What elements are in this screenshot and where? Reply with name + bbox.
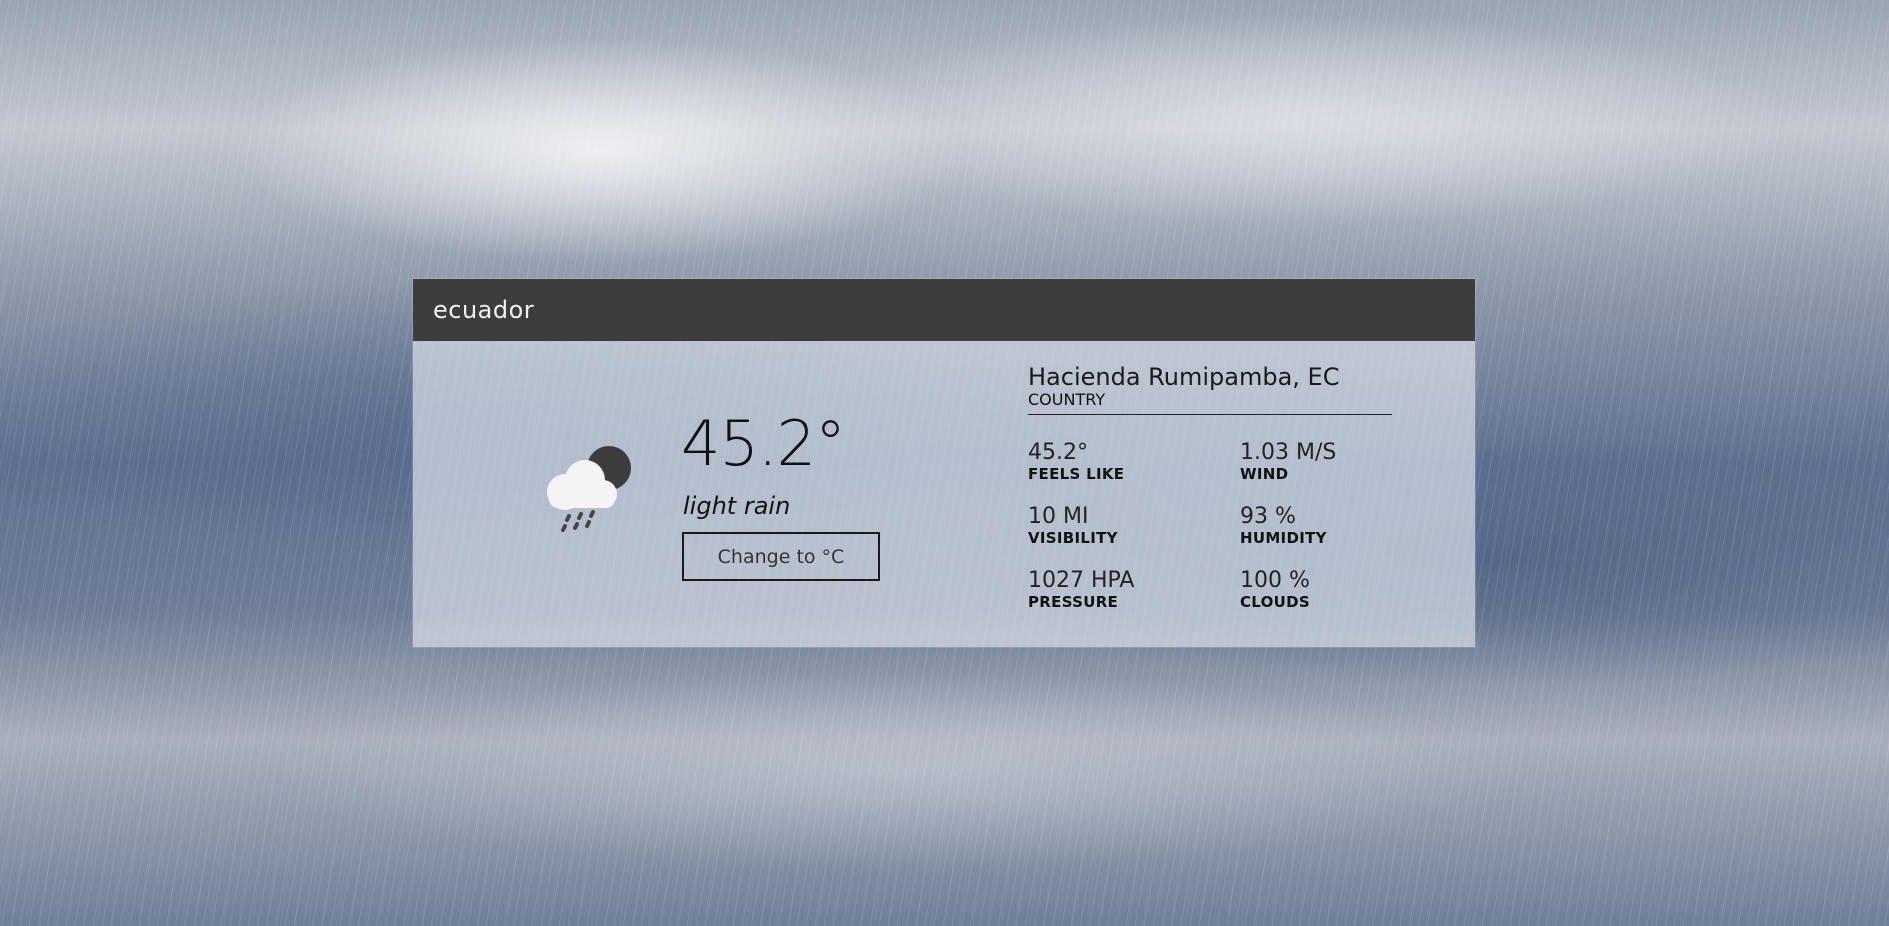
stat-label: CLOUDS xyxy=(1240,593,1311,611)
card-body: 45.2° light rain Change to °C Hacienda R… xyxy=(413,341,1475,647)
stat-value: 93 % xyxy=(1240,504,1296,529)
stat-value: 1.03 M/S xyxy=(1240,440,1337,465)
search-term-title: ecuador xyxy=(433,296,535,324)
location-label: COUNTRY xyxy=(1028,390,1106,409)
stat-value: 10 MI xyxy=(1028,504,1089,529)
stat-pressure: 1027 HPA PRESSURE xyxy=(1028,568,1240,612)
location-name: Hacienda Rumipamba, EC xyxy=(1028,363,1340,391)
stat-value: 100 % xyxy=(1240,568,1310,593)
stat-feels-like: 45.2° FEELS LIKE xyxy=(1028,440,1240,484)
current-temperature: 45.2° xyxy=(681,407,846,480)
stat-wind: 1.03 M/S WIND xyxy=(1240,440,1408,484)
change-unit-button[interactable]: Change to °C xyxy=(682,532,880,581)
stat-label: WIND xyxy=(1240,465,1289,483)
stat-label: VISIBILITY xyxy=(1028,529,1118,547)
stat-visibility: 10 MI VISIBILITY xyxy=(1028,504,1240,548)
weather-card: ecuador 45.2° light rain Change to °C Ha… xyxy=(413,279,1475,647)
card-header: ecuador xyxy=(413,279,1475,341)
stat-value: 45.2° xyxy=(1028,440,1088,465)
stat-label: FEELS LIKE xyxy=(1028,465,1125,483)
stat-label: PRESSURE xyxy=(1028,593,1119,611)
stat-humidity: 93 % HUMIDITY xyxy=(1240,504,1408,548)
cloud-moon-rain-icon xyxy=(537,444,637,536)
stat-value: 1027 HPA xyxy=(1028,568,1135,593)
stats-grid: 45.2° FEELS LIKE 1.03 M/S WIND 10 MI VIS… xyxy=(1028,440,1408,612)
location-block: Hacienda Rumipamba, EC COUNTRY xyxy=(1028,363,1392,415)
weather-description: light rain xyxy=(683,492,791,520)
stat-clouds: 100 % CLOUDS xyxy=(1240,568,1408,612)
stat-label: HUMIDITY xyxy=(1240,529,1327,547)
